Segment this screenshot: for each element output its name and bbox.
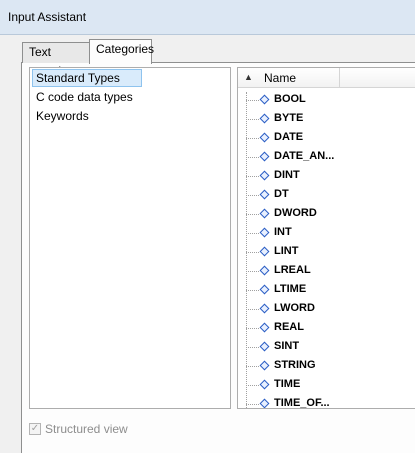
tree-branch-line <box>246 328 259 329</box>
category-item-standard-types[interactable]: Standard Types <box>32 69 142 87</box>
category-item-c-code-data-types[interactable]: C code data types <box>32 88 137 106</box>
tree-branch-line <box>246 366 259 367</box>
type-list-item[interactable]: LTIME <box>238 281 415 300</box>
type-name: LWORD <box>274 302 315 314</box>
name-column-label: Name <box>264 71 297 85</box>
blue-diamond-icon <box>259 94 270 105</box>
type-list-item[interactable]: DATE <box>238 129 415 148</box>
tree-branch-line <box>246 252 259 253</box>
type-name: TIME <box>274 378 301 390</box>
type-name: DT <box>274 188 289 200</box>
blue-diamond-icon <box>259 284 270 295</box>
type-list-item[interactable]: SINT <box>238 338 415 357</box>
blue-diamond-icon <box>259 265 270 276</box>
tree-branch-line <box>246 100 259 101</box>
type-name: REAL <box>274 321 304 333</box>
window-title: Input Assistant <box>8 10 87 24</box>
type-name: DWORD <box>274 207 317 219</box>
blue-diamond-icon <box>259 227 270 238</box>
tree-branch-line <box>246 138 259 139</box>
type-name: DINT <box>274 169 300 181</box>
blue-diamond-icon <box>259 398 270 408</box>
blue-diamond-icon <box>259 170 270 181</box>
type-list-item[interactable]: INT <box>238 224 415 243</box>
blue-diamond-icon <box>259 113 270 124</box>
tree-branch-line <box>246 404 259 405</box>
tree-branch-line <box>246 176 259 177</box>
type-list-item[interactable]: LWORD <box>238 300 415 319</box>
type-name: STRING <box>274 359 316 371</box>
name-column-header[interactable]: ▲ Name <box>238 68 415 88</box>
blue-diamond-icon <box>259 246 270 257</box>
types-list[interactable]: ▲ Name BOOL BYTE DATE DATE_AN... DINT DT DWORD… <box>237 67 415 409</box>
category-list[interactable]: Standard Types C code data types Keyword… <box>29 67 231 409</box>
type-name: TIME_OF... <box>274 397 330 409</box>
blue-diamond-icon <box>259 303 270 314</box>
blue-diamond-icon <box>259 379 270 390</box>
blue-diamond-icon <box>259 189 270 200</box>
type-name: LREAL <box>274 264 311 276</box>
tree-branch-line <box>246 290 259 291</box>
type-name: DATE <box>274 131 304 143</box>
type-list-item[interactable]: LREAL <box>238 262 415 281</box>
type-name: BOOL <box>274 93 306 105</box>
type-list-item[interactable]: TIME <box>238 376 415 395</box>
tree-branch-line <box>246 195 259 196</box>
blue-diamond-icon <box>259 360 270 371</box>
type-name: LINT <box>274 245 299 257</box>
type-name: DATE_AN... <box>274 150 335 162</box>
type-list-item[interactable]: REAL <box>238 319 415 338</box>
type-list-item[interactable]: DATE_AN... <box>238 148 415 167</box>
blue-diamond-icon <box>259 151 270 162</box>
tree-branch-line <box>246 347 259 348</box>
type-name: SINT <box>274 340 300 352</box>
type-name: INT <box>274 226 292 238</box>
type-list-item[interactable]: BYTE <box>238 110 415 129</box>
category-item-keywords[interactable]: Keywords <box>32 107 93 125</box>
column-separator <box>339 68 340 88</box>
structured-view-checkbox[interactable]: ✓ <box>29 423 41 435</box>
tree-branch-line <box>246 119 259 120</box>
sort-ascending-icon: ▲ <box>244 72 253 82</box>
blue-diamond-icon <box>259 132 270 143</box>
type-name: BYTE <box>274 112 304 124</box>
blue-diamond-icon <box>259 341 270 352</box>
type-list-item[interactable]: DINT <box>238 167 415 186</box>
tree-branch-line <box>246 157 259 158</box>
type-list-item[interactable]: LINT <box>238 243 415 262</box>
type-list-item[interactable]: STRING <box>238 357 415 376</box>
tab-text-search[interactable]: Text search <box>22 42 90 78</box>
tree-branch-line <box>246 233 259 234</box>
tree-branch-line <box>246 271 259 272</box>
type-list-item[interactable]: BOOL <box>238 91 415 110</box>
tab-categories[interactable]: Categories <box>89 39 154 64</box>
type-list-item[interactable]: DT <box>238 186 415 205</box>
type-list-item[interactable]: DWORD <box>238 205 415 224</box>
blue-diamond-icon <box>259 322 270 333</box>
tree-branch-line <box>246 385 259 386</box>
window-titlebar: Input Assistant <box>0 0 415 35</box>
structured-view-label: Structured view <box>45 422 128 436</box>
blue-diamond-icon <box>259 208 270 219</box>
type-name: LTIME <box>274 283 307 295</box>
tree-branch-line <box>246 214 259 215</box>
type-list-item[interactable]: TIME_OF... <box>238 395 415 409</box>
tree-branch-line <box>246 309 259 310</box>
